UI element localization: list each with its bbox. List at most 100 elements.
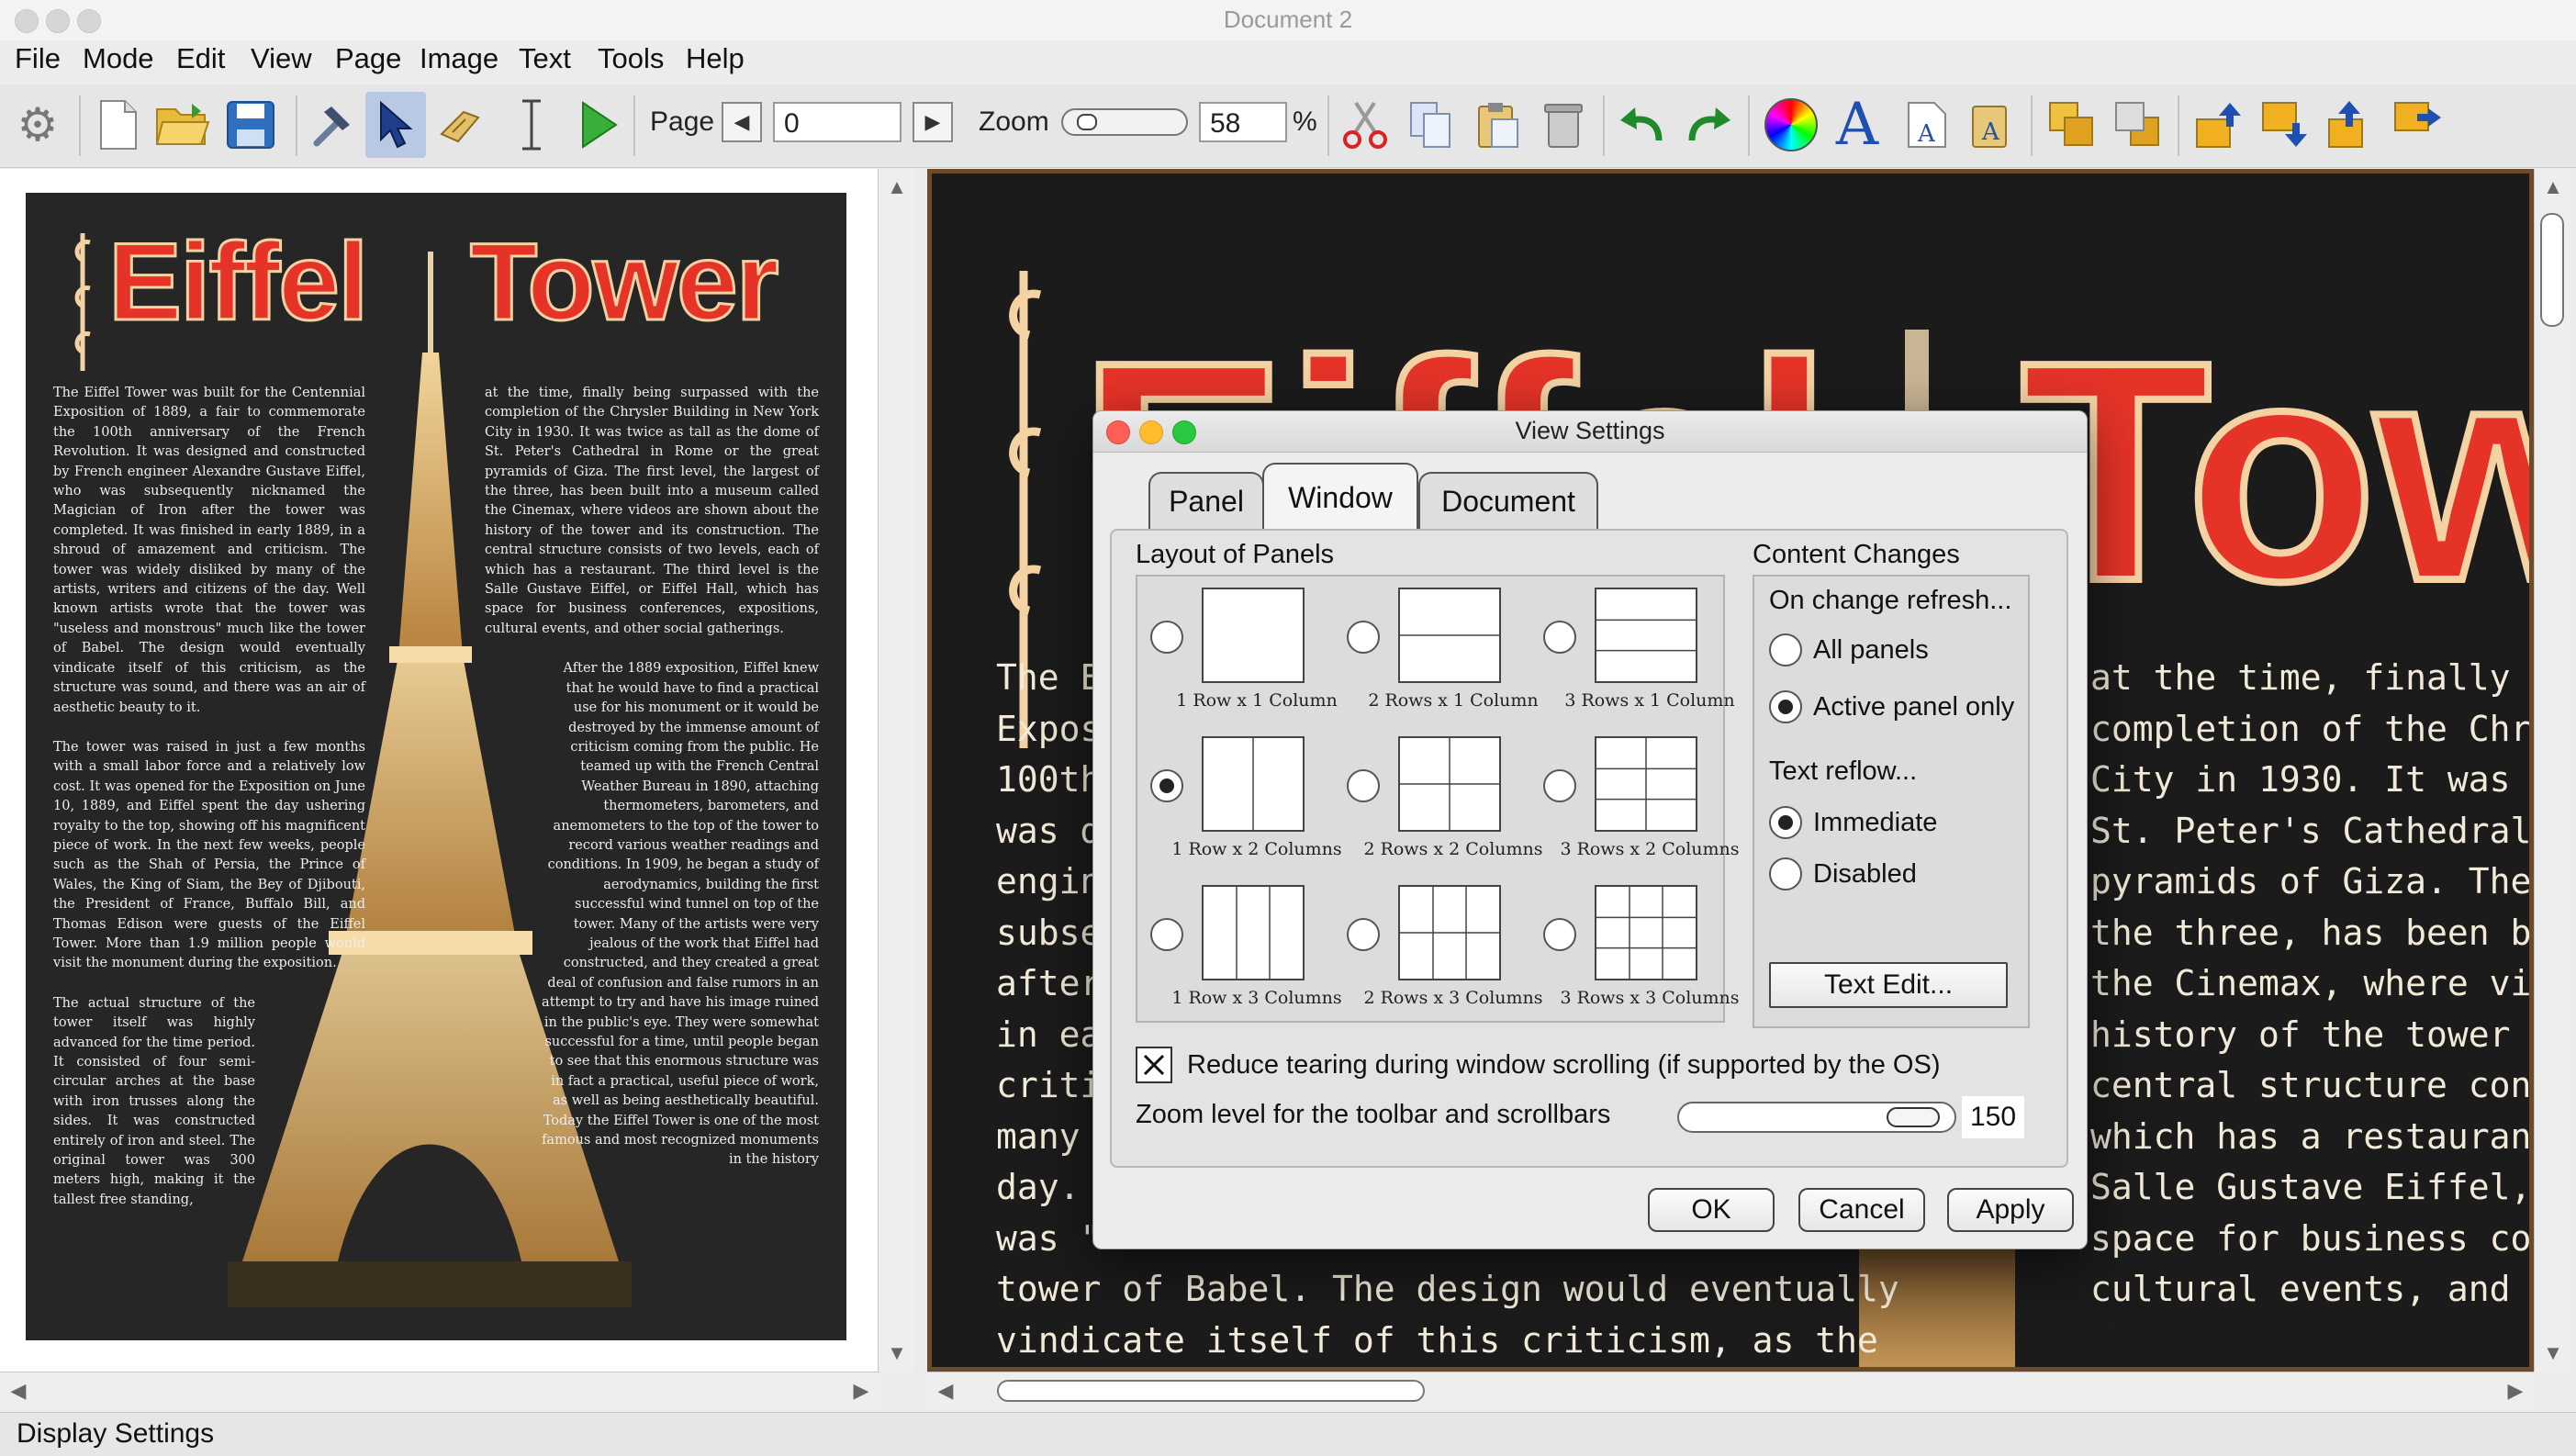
layout-preview-icon[interactable] [1595, 736, 1697, 832]
toolbar-zoom-value[interactable]: 150 [1962, 1096, 2024, 1138]
scroll-up-arrow-icon[interactable]: ▲ [2535, 169, 2571, 206]
font-text-icon[interactable]: A [1827, 91, 1887, 159]
horizontal-scroll-thumb[interactable] [997, 1380, 1425, 1402]
layout-preview-icon[interactable] [1202, 736, 1305, 832]
layout-preview-icon[interactable] [1202, 588, 1305, 683]
zoom-percent-field[interactable]: 58 [1199, 102, 1287, 142]
layout-preview-icon[interactable] [1398, 885, 1501, 980]
scroll-right-arrow-icon[interactable]: ▶ [2497, 1372, 2534, 1409]
zoom-slider-thumb[interactable] [1076, 114, 1097, 130]
text-line: Salle Gustave Eiffel, or Ei [2090, 1167, 2532, 1207]
text-box-icon[interactable]: A [1897, 92, 1957, 158]
text-cursor-icon[interactable] [501, 92, 562, 158]
refresh-all-panels-radio[interactable] [1769, 633, 1802, 666]
toolbar-zoom-slider-thumb[interactable] [1887, 1107, 1941, 1127]
prev-page-button[interactable]: ◀ [722, 102, 762, 142]
reflow-disabled-radio[interactable] [1769, 857, 1802, 890]
scroll-left-arrow-icon[interactable]: ◀ [0, 1372, 37, 1409]
apply-button[interactable]: Apply [1947, 1188, 2074, 1232]
next-page-button[interactable]: ▶ [913, 102, 953, 142]
layout-option-radio[interactable] [1150, 621, 1183, 654]
layout-option-radio[interactable] [1150, 769, 1183, 802]
layout-option-radio[interactable] [1347, 621, 1380, 654]
layout-preview-icon[interactable] [1595, 588, 1697, 683]
decorative-ornament-icon [74, 233, 91, 371]
menu-image[interactable]: Image [420, 42, 498, 75]
menu-mode[interactable]: Mode [83, 42, 154, 75]
left-horizontal-scrollbar[interactable]: ◀ ▶ [0, 1372, 879, 1409]
reflow-immediate-radio[interactable] [1769, 806, 1802, 839]
scroll-right-arrow-icon[interactable]: ▶ [843, 1372, 879, 1409]
left-column-text: The Eiffel Tower was built for the Cente… [53, 384, 365, 1210]
cancel-button[interactable]: Cancel [1798, 1188, 1925, 1232]
scroll-left-arrow-icon[interactable]: ◀ [927, 1372, 964, 1409]
layout-preview-icon[interactable] [1202, 885, 1305, 980]
undo-icon[interactable] [1612, 92, 1673, 158]
menu-edit[interactable]: Edit [176, 42, 225, 75]
select-arrow-icon[interactable] [365, 92, 426, 158]
vertical-scroll-thumb[interactable] [2540, 213, 2564, 327]
paragraph: The actual structure of the tower itself… [53, 995, 255, 1207]
zoomed-title-tower: Tower [2017, 294, 2529, 650]
layout-preview-icon[interactable] [1398, 736, 1501, 832]
paste-clipboard-icon[interactable] [1467, 92, 1528, 158]
menu-help[interactable]: Help [686, 42, 745, 75]
settings-gear-icon[interactable]: ⚙ [7, 92, 68, 158]
copy-icon[interactable] [1401, 92, 1462, 158]
toolbar-zoom-slider[interactable] [1677, 1102, 1956, 1133]
left-vertical-scrollbar[interactable]: ▲ ▼ [878, 169, 915, 1372]
play-icon[interactable] [567, 92, 628, 158]
zoom-slider[interactable] [1061, 108, 1188, 136]
bring-forward-icon[interactable] [2042, 92, 2102, 158]
tools-hammer-icon[interactable] [303, 92, 364, 158]
save-disk-icon[interactable] [220, 92, 281, 158]
paragraph: The tower was raised in just a few month… [53, 739, 365, 971]
menu-view[interactable]: View [251, 42, 312, 75]
layout-option-label: 1 Row x 2 Columns [1171, 839, 1342, 859]
layout-option-label: 2 Rows x 1 Column [1368, 690, 1539, 711]
layout-option-radio[interactable] [1150, 918, 1183, 951]
reflow-immediate-label: Immediate [1813, 808, 1938, 837]
text-style-icon[interactable]: A [1961, 92, 2022, 158]
scroll-up-arrow-icon[interactable]: ▲ [879, 169, 915, 206]
new-document-icon[interactable] [88, 92, 149, 158]
tab-panel[interactable]: Panel [1148, 472, 1264, 529]
move-to-top-icon[interactable] [2321, 92, 2381, 158]
hand-pan-icon[interactable] [430, 92, 490, 158]
menu-tools[interactable]: Tools [598, 42, 664, 75]
text-line: cultural events, and other s [2090, 1269, 2529, 1309]
toolbar-separator [1748, 95, 1750, 156]
send-backward-icon[interactable] [2108, 92, 2168, 158]
ok-button[interactable]: OK [1648, 1188, 1775, 1232]
reduce-tearing-checkbox[interactable] [1136, 1047, 1172, 1083]
refresh-active-panel-radio[interactable] [1769, 690, 1802, 723]
move-up-icon[interactable] [2189, 92, 2249, 158]
layout-preview-icon[interactable] [1595, 885, 1697, 980]
redo-icon[interactable] [1678, 92, 1739, 158]
menu-text[interactable]: Text [519, 42, 571, 75]
scroll-down-arrow-icon[interactable]: ▼ [2535, 1335, 2571, 1372]
delete-trash-icon[interactable] [1533, 92, 1594, 158]
text-edit-button[interactable]: Text Edit... [1769, 962, 2008, 1008]
page-number-field[interactable]: 0 [773, 102, 902, 142]
move-down-icon[interactable] [2255, 92, 2315, 158]
layout-option-radio[interactable] [1543, 769, 1576, 802]
layout-preview-icon[interactable] [1398, 588, 1501, 683]
right-horizontal-scrollbar[interactable]: ◀ ▶ [927, 1372, 2534, 1409]
move-to-bottom-icon[interactable] [2387, 92, 2447, 158]
open-folder-icon[interactable] [152, 92, 213, 158]
title-bar: Document 2 [0, 0, 2576, 41]
layout-option-radio[interactable] [1543, 621, 1576, 654]
menu-page[interactable]: Page [335, 42, 401, 75]
layout-option-radio[interactable] [1347, 918, 1380, 951]
tab-window[interactable]: Window [1262, 463, 1418, 531]
refresh-active-panel-label: Active panel only [1813, 692, 2015, 722]
scroll-down-arrow-icon[interactable]: ▼ [879, 1335, 915, 1372]
right-vertical-scrollbar[interactable]: ▲ ▼ [2534, 169, 2571, 1372]
layout-option-radio[interactable] [1543, 918, 1576, 951]
menu-file[interactable]: File [15, 42, 61, 75]
tab-document[interactable]: Document [1418, 472, 1598, 529]
cut-scissors-icon[interactable] [1335, 92, 1395, 158]
layout-option-radio[interactable] [1347, 769, 1380, 802]
color-wheel-icon[interactable] [1761, 92, 1821, 158]
